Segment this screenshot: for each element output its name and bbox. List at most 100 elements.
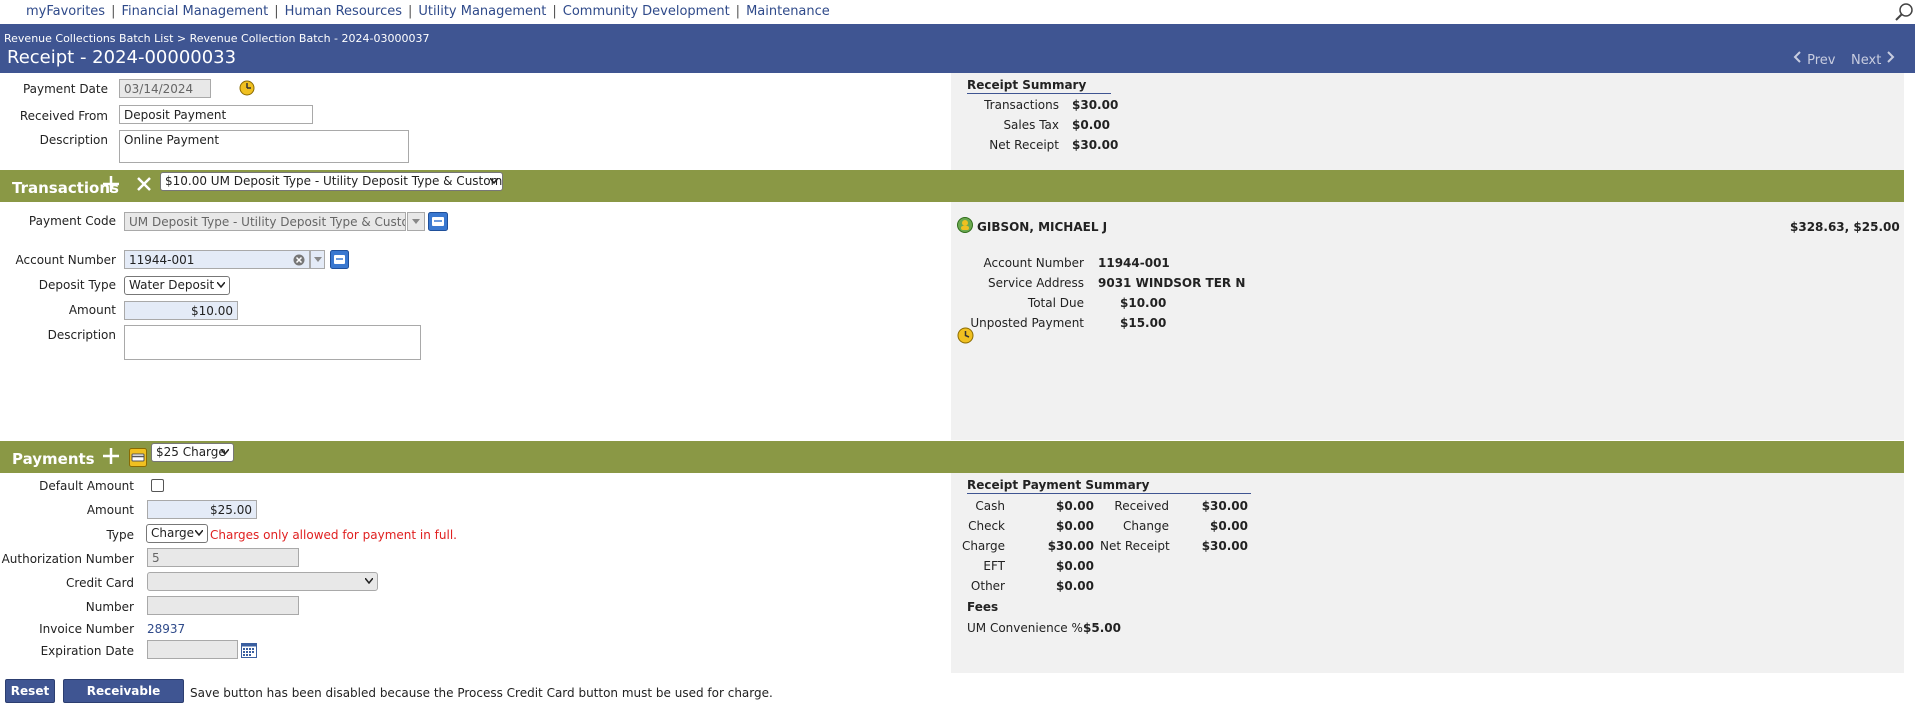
payment-select-value: $25 Charge <box>156 445 226 459</box>
other-value: $0.00 <box>1056 579 1094 593</box>
nav-separator: | <box>735 4 741 19</box>
reset-button[interactable]: Reset <box>5 679 55 703</box>
search-icon[interactable] <box>1893 1 1915 23</box>
received-from-field[interactable]: Deposit Payment <box>119 105 313 124</box>
nav-item-financial-management[interactable]: Financial Management <box>121 4 268 19</box>
summary-sales-tax-label: Sales Tax <box>1003 118 1059 132</box>
customer-account-number-value: 11944-001 <box>1098 256 1170 270</box>
deposit-type-value: Water Deposit <box>129 278 215 292</box>
payment-code-field[interactable]: UM Deposit Type - Utility Deposit Type &… <box>124 212 406 231</box>
description-field[interactable]: Online Payment <box>119 130 409 163</box>
page-header: Revenue Collections Batch List > Revenue… <box>0 24 1915 73</box>
customer-account-number-label: Account Number <box>983 256 1084 270</box>
fees-title: Fees <box>967 600 999 614</box>
chevron-down-icon <box>221 449 229 455</box>
nav-item-human-resources[interactable]: Human Resources <box>285 4 402 19</box>
add-icon[interactable] <box>101 446 121 466</box>
nav-item-utility-management[interactable]: Utility Management <box>418 4 546 19</box>
add-icon[interactable] <box>101 174 121 194</box>
payment-type-warning: Charges only allowed for payment in full… <box>210 528 457 542</box>
total-due-value: $10.00 <box>1120 296 1167 310</box>
chevron-down-icon <box>490 178 498 184</box>
payments-bar: Payments $25 Charge <box>0 441 1904 473</box>
payment-type-label: Type <box>106 528 134 542</box>
payment-date-field[interactable]: 03/14/2024 <box>119 79 211 98</box>
account-number-field[interactable]: 11944-001 <box>124 250 310 269</box>
customer-panel <box>951 202 1904 440</box>
total-due-label: Total Due <box>1027 296 1084 310</box>
fee-label: UM Convenience % <box>967 621 1083 635</box>
breadcrumb-batch[interactable]: Revenue Collection Batch - 2024-03000037 <box>190 32 430 45</box>
unposted-payment-value: $15.00 <box>1120 316 1167 330</box>
transaction-select[interactable]: $10.00 UM Deposit Type - Utility Deposit… <box>160 172 503 191</box>
eft-value: $0.00 <box>1056 559 1094 573</box>
default-amount-checkbox[interactable] <box>151 479 164 492</box>
next-label: Next <box>1851 53 1882 68</box>
chevron-down-icon <box>217 282 225 288</box>
check-value: $0.00 <box>1056 519 1094 533</box>
eft-label: EFT <box>983 559 1005 573</box>
received-value: $30.00 <box>1201 499 1248 513</box>
prev-label: Prev <box>1807 53 1836 68</box>
account-number-label: Account Number <box>15 253 116 267</box>
authorization-number-field[interactable]: 5 <box>147 548 299 567</box>
change-label: Change <box>1123 519 1169 533</box>
service-address-value: 9031 WINDSOR TER N <box>1098 276 1246 290</box>
nav-separator: | <box>111 4 116 19</box>
account-dropdown[interactable] <box>310 250 325 269</box>
chevron-left-icon <box>1793 51 1801 63</box>
customer-totals: $328.63, $25.00 <box>1790 220 1900 234</box>
calendar-icon[interactable] <box>241 642 257 658</box>
customer-icon[interactable] <box>957 217 973 233</box>
payment-code-dropdown[interactable] <box>407 212 425 231</box>
nav-menu: myFavorites | Financial Management | Human R… <box>26 4 830 19</box>
payment-net-receipt-label: Net Receipt <box>1100 539 1170 553</box>
expiration-date-field[interactable] <box>147 640 238 659</box>
cash-label: Cash <box>975 499 1005 513</box>
clear-icon[interactable] <box>293 254 305 266</box>
payment-amount-field[interactable]: $25.00 <box>147 500 257 519</box>
next-button[interactable]: Next <box>1851 50 1895 68</box>
chevron-down-icon <box>195 530 203 536</box>
cash-value: $0.00 <box>1056 499 1094 513</box>
breadcrumb-batch-list[interactable]: Revenue Collections Batch List <box>4 32 173 45</box>
other-label: Other <box>970 579 1005 593</box>
calendar-clock-icon[interactable] <box>238 79 256 97</box>
receivable-search-button[interactable]: Receivable Search <box>63 679 184 720</box>
deposit-type-select[interactable]: Water Deposit <box>124 276 230 295</box>
breadcrumb-separator: > <box>176 32 187 45</box>
summary-transactions-label: Transactions <box>984 98 1059 112</box>
nav-item-maintenance[interactable]: Maintenance <box>746 4 830 19</box>
prev-button[interactable]: Prev <box>1793 50 1836 68</box>
payment-select[interactable]: $25 Charge <box>151 443 234 462</box>
credit-card-select[interactable] <box>147 572 378 591</box>
invoice-number-value: 28937 <box>147 622 186 636</box>
payment-code-value: UM Deposit Type - Utility Deposit Type &… <box>129 215 406 229</box>
charge-label: Charge <box>961 539 1005 553</box>
service-address-label: Service Address <box>988 276 1084 290</box>
nav-item-myfavorites[interactable]: myFavorites <box>26 4 105 19</box>
save-disabled-note: Save button has been disabled because th… <box>190 686 773 700</box>
amount-label: Amount <box>68 303 116 317</box>
payment-type-select[interactable]: Charge <box>146 524 208 543</box>
lookup-icon[interactable] <box>428 212 448 231</box>
transaction-description-field[interactable] <box>124 325 421 360</box>
account-lookup-icon[interactable] <box>330 250 349 269</box>
nav-separator: | <box>407 4 413 19</box>
nav-item-community-development[interactable]: Community Development <box>563 4 730 19</box>
summary-transactions-value: $30.00 <box>1072 98 1119 112</box>
transaction-select-value: $10.00 UM Deposit Type - Utility Deposit… <box>165 174 503 188</box>
summary-sales-tax-value: $0.00 <box>1072 118 1110 132</box>
page-title: Receipt - 2024-00000033 <box>7 47 237 68</box>
payment-history-icon[interactable] <box>957 327 974 344</box>
amount-field[interactable]: $10.00 <box>124 301 238 320</box>
payment-type-value: Charge <box>151 526 195 540</box>
close-icon[interactable] <box>135 175 153 193</box>
fee-value: $5.00 <box>1083 621 1121 635</box>
payment-summary-title: Receipt Payment Summary <box>967 478 1251 494</box>
receipt-summary-title: Receipt Summary <box>967 78 1111 94</box>
card-icon[interactable] <box>129 448 147 467</box>
summary-net-receipt-label: Net Receipt <box>989 138 1059 152</box>
card-number-field[interactable] <box>147 596 299 615</box>
unposted-payment-label: Unposted Payment <box>970 316 1084 330</box>
